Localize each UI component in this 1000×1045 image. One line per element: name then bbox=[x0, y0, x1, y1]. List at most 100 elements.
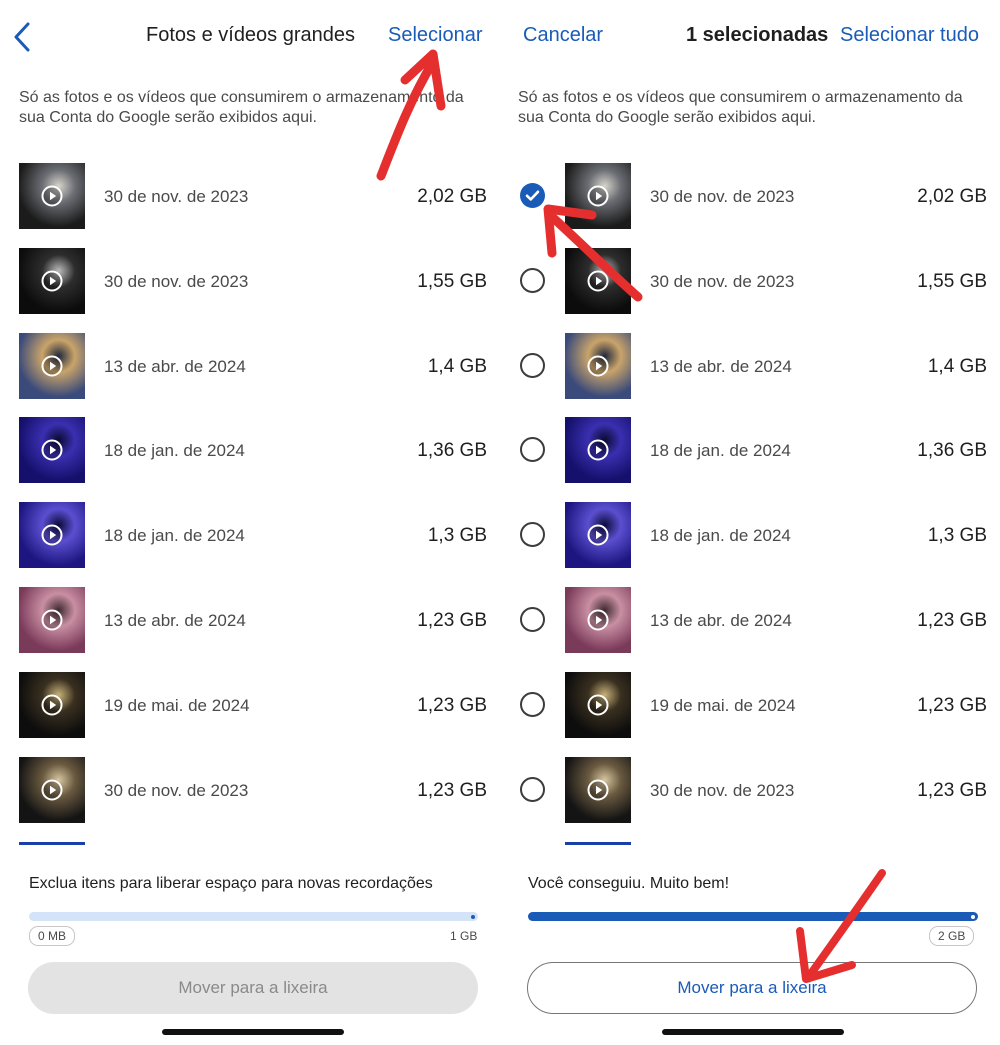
top-bar: Cancelar 1 selecionadas Selecionar tudo bbox=[500, 0, 1000, 72]
play-circle-icon bbox=[587, 270, 609, 292]
play-circle-icon bbox=[587, 609, 609, 631]
item-size: 1,23 GB bbox=[917, 609, 987, 631]
play-circle-icon bbox=[587, 779, 609, 801]
list-item[interactable]: 30 de nov. de 2023 2,02 GB bbox=[500, 163, 1000, 248]
video-thumbnail[interactable] bbox=[19, 671, 85, 738]
item-date: 30 de nov. de 2023 bbox=[104, 187, 249, 206]
radio-empty-icon[interactable] bbox=[520, 267, 545, 293]
radio-empty-icon[interactable] bbox=[520, 606, 545, 632]
play-circle-icon bbox=[41, 270, 63, 292]
storage-panel: Você conseguiu. Muito bem! 2 GB Mover pa… bbox=[500, 845, 1000, 1045]
selection-count: 1 selecionadas bbox=[686, 24, 829, 46]
item-size: 1,23 GB bbox=[417, 609, 487, 631]
video-thumbnail[interactable] bbox=[19, 247, 85, 314]
list-item[interactable]: 13 de abr. de 2024 1,23 GB bbox=[500, 586, 1000, 672]
video-thumbnail[interactable] bbox=[19, 502, 85, 569]
item-date: 18 de jan. de 2024 bbox=[104, 441, 245, 461]
left-screen: Fotos e vídeos grandes Selecionar Só as … bbox=[0, 0, 500, 1045]
progress-end-dot bbox=[471, 914, 475, 919]
list-item[interactable]: 13 de abr. de 2024 1,4 GB bbox=[0, 332, 500, 418]
progress-fill bbox=[528, 912, 978, 921]
item-size: 1,4 GB bbox=[927, 355, 987, 377]
play-circle-icon bbox=[41, 524, 63, 546]
bar-min-label: 0 MB bbox=[29, 926, 76, 946]
list-item[interactable]: 19 de mai. de 2024 1,23 GB bbox=[500, 671, 1000, 757]
item-date: 30 de nov. de 2023 bbox=[104, 780, 249, 800]
item-date: 19 de mai. de 2024 bbox=[650, 695, 796, 715]
item-date: 13 de abr. de 2024 bbox=[104, 356, 246, 376]
description: Só as fotos e os vídeos que consumirem o… bbox=[19, 89, 464, 126]
list-item[interactable]: 18 de jan. de 2024 1,36 GB bbox=[500, 417, 1000, 502]
top-bar: Fotos e vídeos grandes Selecionar bbox=[0, 0, 500, 72]
video-thumbnail[interactable] bbox=[565, 502, 631, 569]
play-circle-icon bbox=[41, 609, 63, 631]
item-size: 1,23 GB bbox=[417, 694, 487, 716]
item-size: 1,23 GB bbox=[917, 779, 987, 801]
video-thumbnail[interactable] bbox=[19, 417, 85, 484]
list-item[interactable]: 30 de nov. de 2023 1,23 GB bbox=[0, 756, 500, 842]
video-thumbnail[interactable] bbox=[19, 332, 85, 399]
video-thumbnail[interactable] bbox=[565, 756, 631, 823]
item-date: 18 de jan. de 2024 bbox=[650, 526, 791, 546]
play-circle-icon bbox=[41, 779, 63, 801]
move-to-trash-button[interactable]: Mover para a lixeira bbox=[28, 962, 478, 1014]
bar-max-label: 1 GB bbox=[450, 929, 478, 943]
item-size: 1,36 GB bbox=[917, 440, 987, 462]
list-item[interactable]: 18 de jan. de 2024 1,3 GB bbox=[500, 502, 1000, 587]
media-list: 30 de nov. de 2023 2,02 GB 30 de nov. de 2… bbox=[0, 163, 500, 841]
video-thumbnail[interactable] bbox=[565, 417, 631, 484]
item-date: 13 de abr. de 2024 bbox=[650, 356, 792, 376]
item-size: 1,3 GB bbox=[927, 525, 987, 547]
list-item[interactable]: 13 de abr. de 2024 1,4 GB bbox=[500, 332, 1000, 418]
cancel-button[interactable]: Cancelar bbox=[523, 24, 603, 47]
check-circle-icon[interactable] bbox=[520, 183, 545, 208]
video-thumbnail[interactable] bbox=[565, 671, 631, 738]
radio-empty-icon[interactable] bbox=[520, 522, 545, 548]
move-to-trash-button[interactable]: Mover para a lixeira bbox=[527, 962, 977, 1014]
right-screen: Cancelar 1 selecionadas Selecionar tudo … bbox=[500, 0, 1000, 1045]
item-size: 1,36 GB bbox=[417, 440, 487, 462]
list-item[interactable]: 30 de nov. de 2023 1,55 GB bbox=[0, 247, 500, 333]
list-item[interactable]: 30 de nov. de 2023 2,02 GB bbox=[0, 163, 500, 248]
item-size: 1,55 GB bbox=[917, 270, 987, 292]
item-size: 1,55 GB bbox=[417, 270, 487, 292]
select-all-button[interactable]: Selecionar tudo bbox=[840, 24, 979, 47]
item-date: 30 de nov. de 2023 bbox=[650, 780, 795, 800]
item-date: 30 de nov. de 2023 bbox=[104, 271, 249, 291]
list-item[interactable]: 18 de jan. de 2024 1,3 GB bbox=[0, 502, 500, 587]
chevron-left-icon[interactable] bbox=[10, 20, 36, 54]
radio-empty-icon[interactable] bbox=[520, 437, 545, 463]
video-thumbnail[interactable] bbox=[19, 163, 85, 229]
video-thumbnail[interactable] bbox=[565, 163, 631, 229]
progress-end-dot bbox=[971, 914, 975, 919]
video-thumbnail[interactable] bbox=[565, 247, 631, 314]
bar-max-label: 2 GB bbox=[929, 926, 975, 946]
radio-empty-icon[interactable] bbox=[520, 352, 545, 378]
play-circle-icon bbox=[587, 185, 609, 207]
list-item[interactable]: 19 de mai. de 2024 1,23 GB bbox=[0, 671, 500, 757]
video-thumbnail[interactable] bbox=[19, 756, 85, 823]
list-item[interactable]: 30 de nov. de 2023 1,23 GB bbox=[500, 756, 1000, 842]
radio-empty-icon[interactable] bbox=[520, 691, 545, 717]
status-message: Exclua itens para liberar espaço para no… bbox=[29, 875, 433, 892]
item-date: 30 de nov. de 2023 bbox=[650, 187, 795, 206]
item-size: 1,3 GB bbox=[427, 525, 487, 547]
item-size: 1,4 GB bbox=[427, 355, 487, 377]
video-thumbnail[interactable] bbox=[565, 332, 631, 399]
media-list: 30 de nov. de 2023 2,02 GB 30 de nov. de 2… bbox=[500, 163, 1000, 841]
list-item[interactable]: 30 de nov. de 2023 1,55 GB bbox=[500, 247, 1000, 333]
progress-bar bbox=[528, 912, 978, 921]
radio-empty-icon[interactable] bbox=[520, 776, 545, 802]
list-item[interactable]: 13 de abr. de 2024 1,23 GB bbox=[0, 586, 500, 672]
storage-panel: Exclua itens para liberar espaço para no… bbox=[0, 845, 500, 1045]
select-button[interactable]: Selecionar bbox=[388, 24, 483, 47]
video-thumbnail[interactable] bbox=[565, 586, 631, 653]
progress-bar bbox=[29, 912, 478, 921]
video-thumbnail[interactable] bbox=[19, 586, 85, 653]
item-date: 13 de abr. de 2024 bbox=[104, 610, 246, 630]
play-circle-icon bbox=[41, 439, 63, 461]
item-date: 18 de jan. de 2024 bbox=[104, 526, 245, 546]
play-circle-icon bbox=[41, 355, 63, 377]
list-item[interactable]: 18 de jan. de 2024 1,36 GB bbox=[0, 417, 500, 502]
play-circle-icon bbox=[41, 185, 63, 207]
